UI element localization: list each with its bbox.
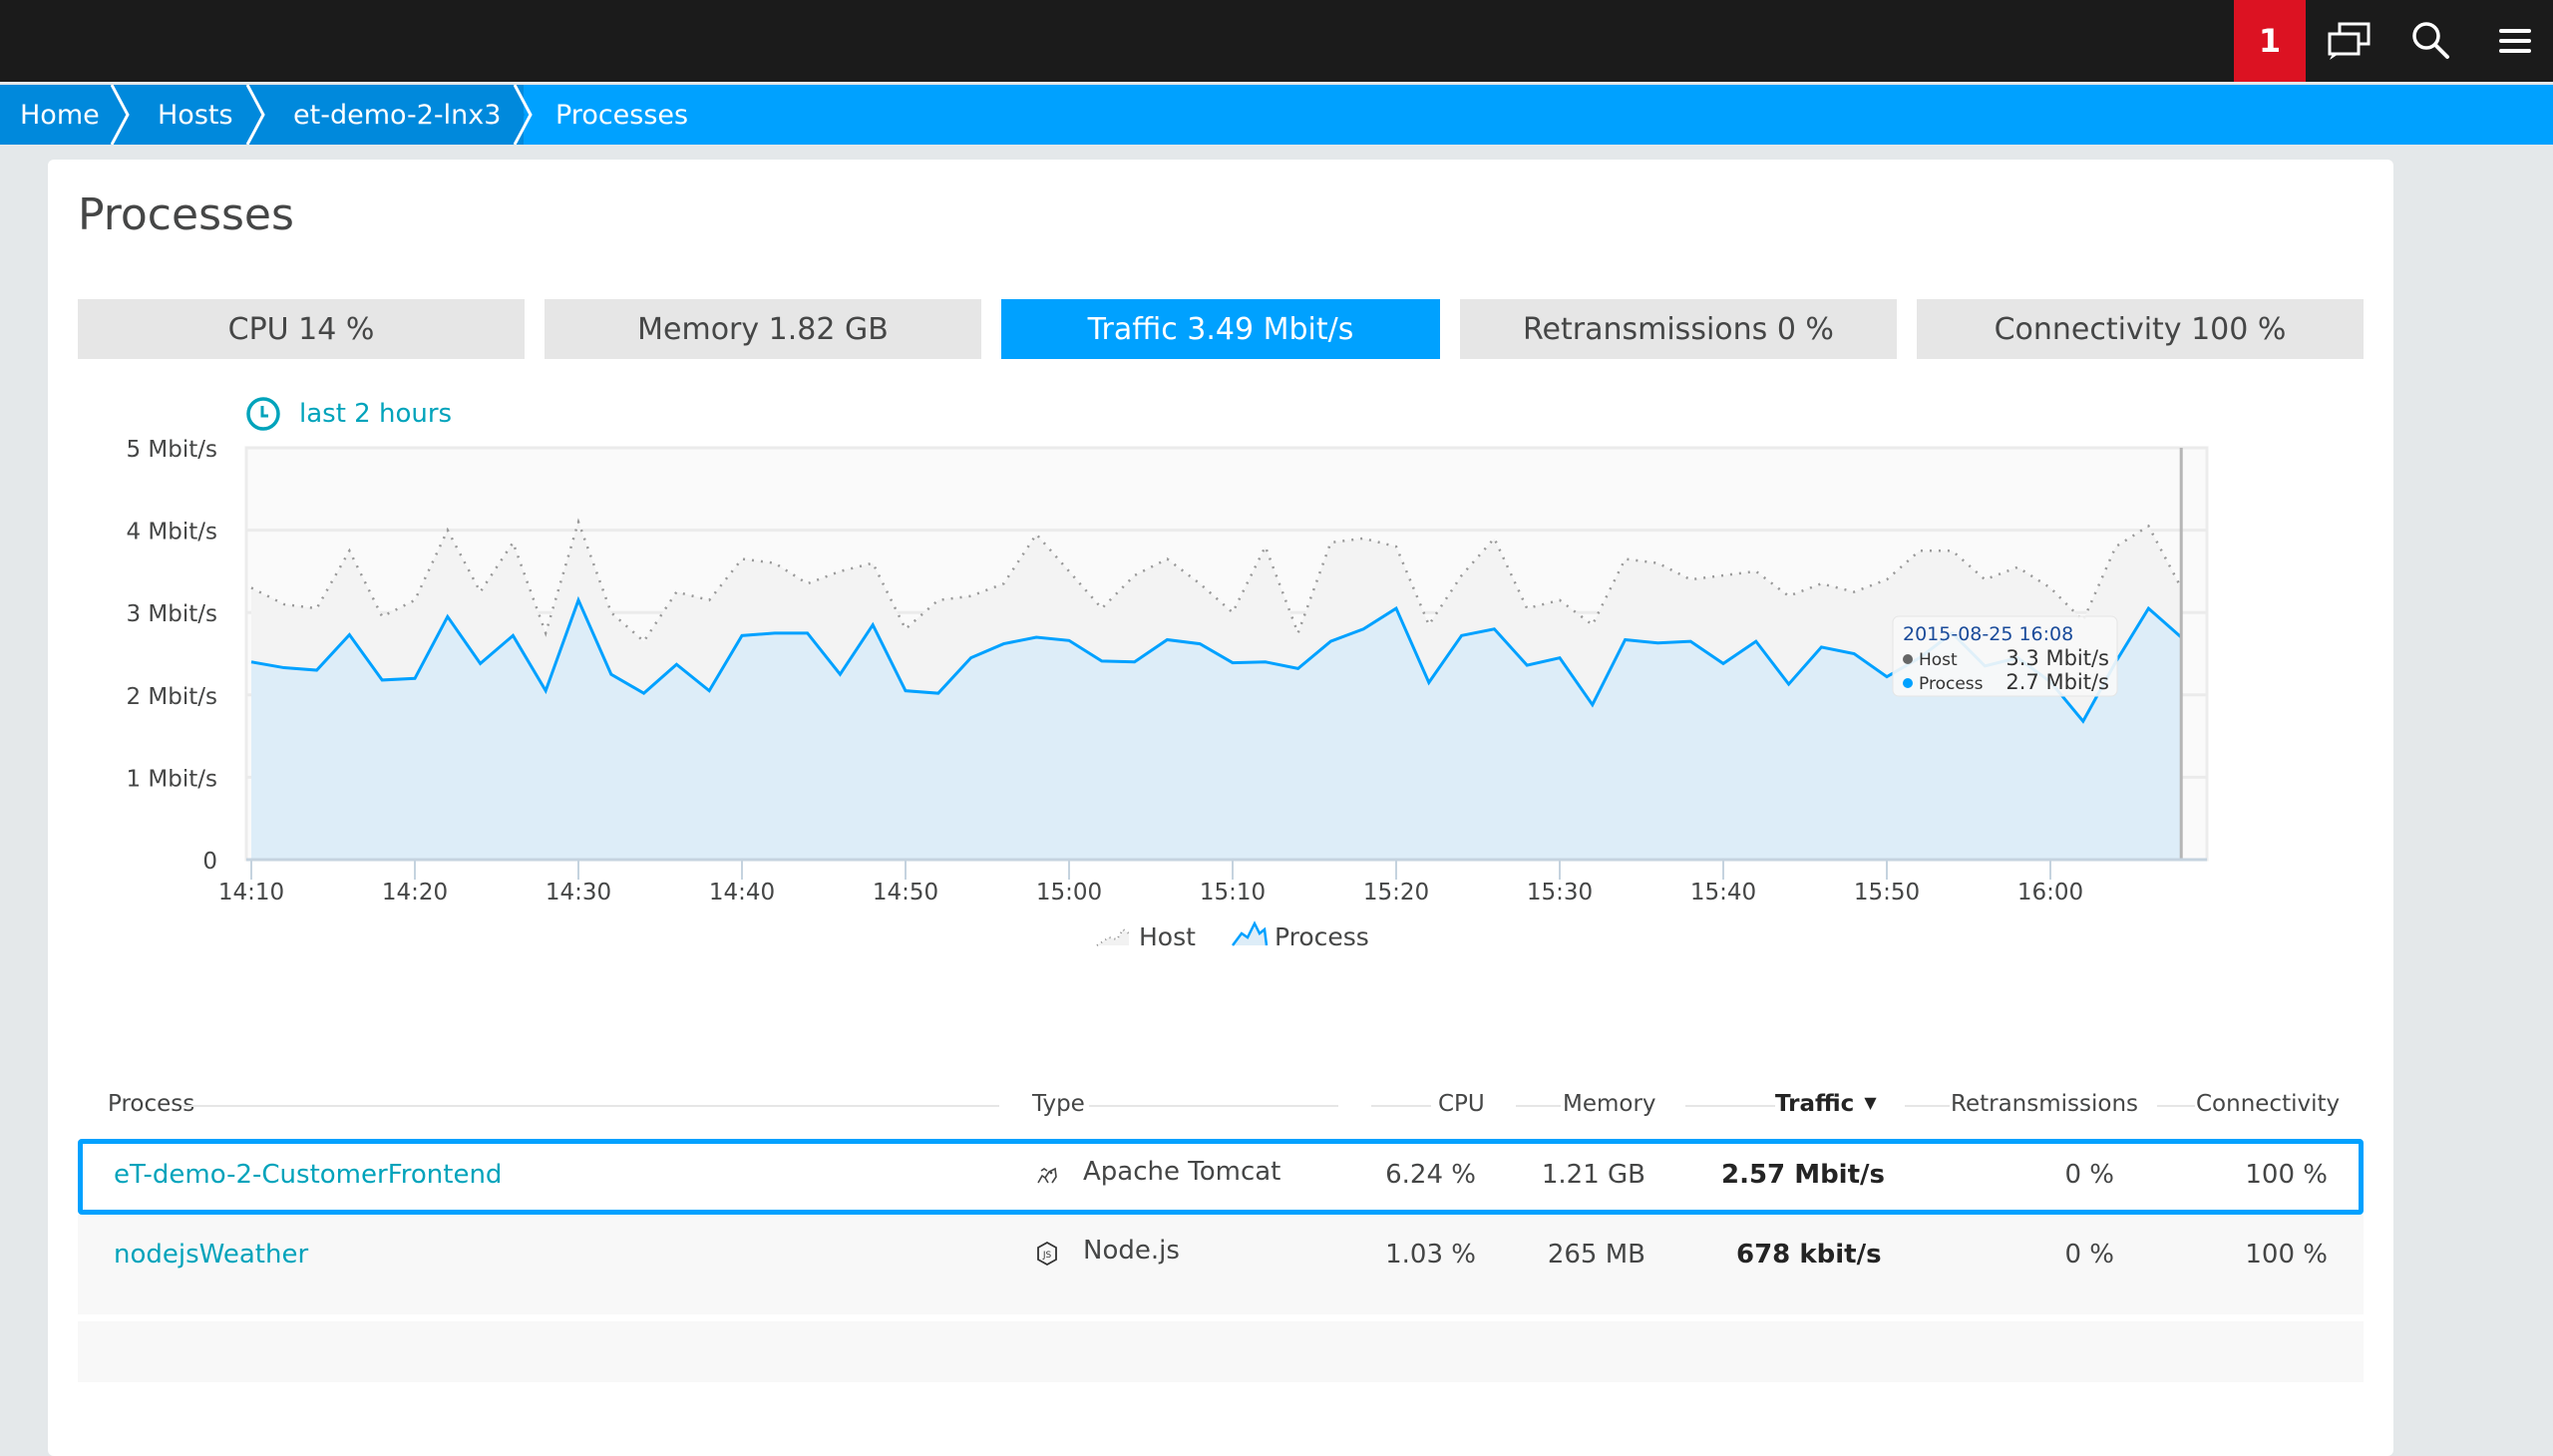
col-divider <box>182 1105 999 1107</box>
y-tick-label: 0 <box>202 849 217 875</box>
x-tick-label: 14:10 <box>218 880 284 906</box>
table-row-empty <box>78 1321 2364 1382</box>
process-cpu: 1.03 % <box>1385 1240 1476 1270</box>
x-tick-label: 14:30 <box>546 880 611 906</box>
x-tick-label: 14:50 <box>873 880 938 906</box>
col-header-retransmissions[interactable]: Retransmissions <box>1951 1085 2138 1117</box>
col-header-cpu[interactable]: CPU <box>1438 1085 1485 1117</box>
col-header-memory[interactable]: Memory <box>1563 1085 1656 1117</box>
process-traffic: 2.57 Mbit/s <box>1721 1160 1885 1190</box>
col-header-type[interactable]: Type <box>1032 1085 1085 1117</box>
col-divider <box>1089 1105 1338 1107</box>
x-tick-label: 16:00 <box>2017 880 2083 906</box>
tomcat-icon <box>1037 1167 1057 1184</box>
y-tick-label: 1 Mbit/s <box>126 766 217 792</box>
y-tick-label: 5 Mbit/s <box>126 437 217 463</box>
x-tick-label: 15:00 <box>1036 880 1102 906</box>
x-tick-label: 14:40 <box>709 880 775 906</box>
tooltip-timestamp: 2015-08-25 16:08 <box>1903 623 2073 645</box>
svg-text:JS: JS <box>1042 1251 1052 1261</box>
col-header-cpu-label: CPU <box>1438 1091 1485 1117</box>
tooltip-dot <box>1903 678 1913 688</box>
tooltip-series-value: 3.3 Mbit/s <box>2006 646 2109 670</box>
process-cpu: 6.24 % <box>1385 1160 1476 1190</box>
col-header-retransmissions-label: Retransmissions <box>1951 1091 2139 1117</box>
sort-desc-icon: ▼ <box>1864 1093 1877 1112</box>
process-connectivity: 100 % <box>2245 1240 2328 1270</box>
process-name-link[interactable]: nodejsWeather <box>114 1240 308 1270</box>
nodejs-icon: JS <box>1037 1242 1057 1266</box>
x-tick-label: 15:30 <box>1527 880 1593 906</box>
tooltip-series-name: Process <box>1919 674 1984 694</box>
legend-process-label: Process <box>1275 922 1369 951</box>
col-divider <box>1516 1105 1561 1107</box>
col-divider <box>1905 1105 1950 1107</box>
col-header-process[interactable]: Process <box>108 1085 194 1117</box>
col-header-process-label: Process <box>108 1091 195 1117</box>
x-tick-label: 14:20 <box>382 880 448 906</box>
col-header-connectivity[interactable]: Connectivity <box>2196 1085 2340 1117</box>
process-memory: 265 MB <box>1547 1240 1645 1270</box>
process-connectivity: 100 % <box>2245 1160 2328 1190</box>
y-tick-label: 3 Mbit/s <box>126 601 217 627</box>
tooltip-series-name: Host <box>1919 650 1958 670</box>
col-divider <box>1371 1105 1431 1107</box>
x-tick-label: 15:50 <box>1854 880 1920 906</box>
traffic-chart: 0 1 Mbit/s 2 Mbit/s 3 Mbit/s 4 Mbit/s 5 Mbit/… <box>126 437 2209 951</box>
y-tick-label: 2 Mbit/s <box>126 684 217 710</box>
col-header-memory-label: Memory <box>1563 1091 1656 1117</box>
tooltip-series-value: 2.7 Mbit/s <box>2006 670 2109 694</box>
col-divider <box>2157 1105 2195 1107</box>
process-name-link[interactable]: eT-demo-2-CustomerFrontend <box>114 1160 502 1190</box>
col-header-connectivity-label: Connectivity <box>2196 1091 2341 1117</box>
x-tick-label: 15:40 <box>1690 880 1756 906</box>
x-tick-label: 15:10 <box>1200 880 1266 906</box>
process-type: Node.js <box>1083 1236 1180 1266</box>
process-retransmissions: 0 % <box>2064 1160 2114 1190</box>
col-header-type-label: Type <box>1032 1091 1085 1117</box>
tooltip-dot <box>1903 654 1913 664</box>
process-type: Apache Tomcat <box>1083 1157 1281 1187</box>
process-retransmissions: 0 % <box>2064 1240 2114 1270</box>
y-tick-label: 4 Mbit/s <box>126 520 217 546</box>
x-tick-label: 15:20 <box>1363 880 1429 906</box>
process-memory: 1.21 GB <box>1541 1160 1645 1190</box>
col-header-traffic[interactable]: Traffic ▼ <box>1775 1085 1877 1117</box>
legend-host-label: Host <box>1139 922 1196 951</box>
col-divider <box>1685 1105 1775 1107</box>
process-traffic: 678 kbit/s <box>1736 1240 1882 1270</box>
col-header-traffic-label: Traffic <box>1775 1091 1855 1117</box>
